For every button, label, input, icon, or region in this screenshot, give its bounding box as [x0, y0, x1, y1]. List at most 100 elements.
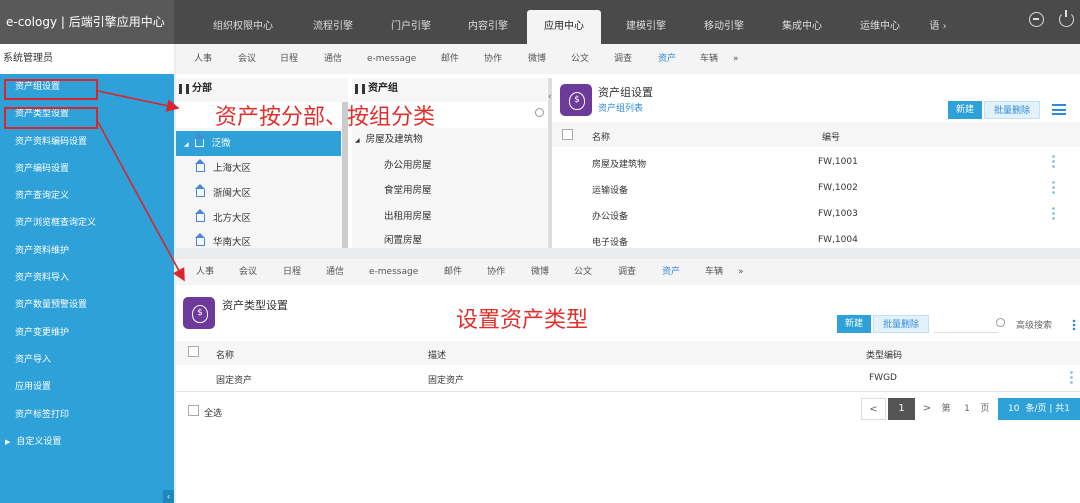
subnav-mail[interactable]: 邮件 [441, 44, 459, 74]
subnav-hr[interactable]: 人事 [194, 44, 212, 74]
select-all-checkbox[interactable] [562, 129, 573, 140]
group-node-label: 房屋及建筑物 [365, 134, 423, 145]
screenshot-frame: e-cology | 后端引擎应用中心 组织权限中心 流程引擎 门户引擎 内容引… [0, 0, 1080, 503]
subnav-emessage[interactable]: e-message [367, 44, 416, 74]
row-actions-icon[interactable] [1052, 154, 1055, 169]
page-size-select[interactable]: 10 条/页 | 共1 [998, 398, 1080, 420]
tree-node-zhemin[interactable]: 浙闽大区 [195, 181, 252, 206]
top-tab-ops[interactable]: 运维中心 [841, 10, 919, 44]
subnav-hr[interactable]: 人事 [196, 259, 214, 285]
top-tab-org[interactable]: 组织权限中心 [193, 10, 293, 44]
tree-node-north[interactable]: 北方大区 [195, 206, 252, 231]
sidebar-item-custom[interactable]: ▶ 自定义设置 [0, 429, 174, 456]
sidebar-item-asset-import[interactable]: 资产导入 [0, 347, 174, 374]
subnav-meeting[interactable]: 会议 [239, 259, 257, 285]
subnav-comm[interactable]: 通信 [324, 44, 342, 74]
next-page-button[interactable]: > [920, 398, 934, 420]
tree-node-label: 上海大区 [213, 163, 252, 174]
subnav-schedule[interactable]: 日程 [280, 44, 298, 74]
search-icon[interactable] [996, 318, 1005, 327]
subnav-more-icon[interactable]: » [733, 44, 739, 74]
page-number-input[interactable]: 1 [958, 398, 976, 420]
tree-node-label: 浙闽大区 [213, 188, 252, 199]
subnav-asset[interactable]: 资产 [662, 259, 680, 285]
asset-group-list-link[interactable]: 资产组列表 [598, 101, 643, 114]
select-all-checkbox[interactable] [188, 346, 199, 357]
group-node-canteen[interactable]: 食堂用房屋 [384, 178, 432, 203]
subnav-doc[interactable]: 公文 [574, 259, 592, 285]
top-tab-mobile[interactable]: 移动引擎 [685, 10, 763, 44]
annotation-set-type: 设置资产类型 [456, 308, 589, 333]
row-actions-icon[interactable] [1052, 206, 1055, 221]
sidebar-item-asset-maintain[interactable]: 资产资料维护 [0, 238, 174, 265]
minus-circle-icon[interactable] [1029, 12, 1044, 27]
col-name: 名称 [592, 133, 611, 143]
sidebar-item-asset-data-code[interactable]: 资产资料编码设置 [0, 129, 174, 156]
batch-delete-button[interactable]: 批量删除 [984, 101, 1040, 119]
prev-page-button[interactable]: < [861, 398, 886, 420]
subnav-collab[interactable]: 协作 [484, 44, 502, 74]
sidebar-item-custom-label: 自定义设置 [16, 436, 62, 447]
annotation-group-classification: 资产按分部、按组分类 [215, 105, 436, 130]
top-tab-integration[interactable]: 集成中心 [763, 10, 841, 44]
subnav-vehicle[interactable]: 车辆 [705, 259, 723, 285]
search-icon[interactable] [535, 108, 544, 117]
top-tab-content[interactable]: 内容引擎 [449, 10, 527, 44]
group-node-idle[interactable]: 闲置房屋 [384, 228, 422, 248]
tree-node-label: 北方大区 [213, 213, 252, 224]
sidebar-item-asset-code[interactable]: 资产编码设置 [0, 156, 174, 183]
subnav-meeting[interactable]: 会议 [238, 44, 256, 74]
tree-node-shanghai[interactable]: 上海大区 [195, 156, 252, 181]
more-menu-icon[interactable] [1072, 319, 1076, 331]
row-code: FW,1004 [818, 235, 858, 245]
subnav-comm[interactable]: 通信 [326, 259, 344, 285]
asset-group-title: 资产组 [368, 83, 398, 94]
tree-node-root[interactable]: ◢ 泛微 [176, 131, 341, 156]
row-actions-icon[interactable] [1052, 180, 1055, 195]
top-tab-app-center[interactable]: 应用中心 [527, 10, 601, 44]
top-tab-modeling[interactable]: 建模引擎 [607, 10, 685, 44]
sidebar-title: 系统管理员 [0, 44, 174, 74]
advanced-search-link[interactable]: 高级搜索 [1016, 318, 1052, 331]
subnav-schedule[interactable]: 日程 [283, 259, 301, 285]
asset-group-list: 资产组设置 资产组列表 新建 批量删除 名称 编号 房屋及建筑物 FW,1001… [552, 78, 1080, 248]
subnav-emessage[interactable]: e-message [369, 259, 418, 285]
row-actions-icon[interactable] [1070, 370, 1073, 385]
sidebar-item-change-maintain[interactable]: 资产变更维护 [0, 320, 174, 347]
sidebar-item-browse-query[interactable]: 资产浏览框查询定义 [0, 210, 174, 237]
subnav-asset[interactable]: 资产 [658, 44, 676, 74]
subnav-weibo[interactable]: 微博 [531, 259, 549, 285]
select-all-bottom-checkbox[interactable] [188, 405, 199, 416]
sidebar-item-asset-query[interactable]: 资产查询定义 [0, 183, 174, 210]
list-menu-icon[interactable] [1052, 104, 1066, 115]
subnav-doc[interactable]: 公文 [571, 44, 589, 74]
quick-search-input[interactable] [934, 315, 998, 333]
top-tab-more[interactable]: 语 › [921, 10, 955, 44]
subnav-vehicle[interactable]: 车辆 [700, 44, 718, 74]
page-1-button[interactable]: 1 [888, 398, 915, 420]
group-node-office[interactable]: 办公用房屋 [384, 153, 432, 178]
top-tab-workflow[interactable]: 流程引擎 [293, 10, 373, 44]
asset-group-window: 人事 会议 日程 通信 e-message 邮件 协作 微博 公文 调查 资产 … [176, 44, 1080, 248]
power-icon[interactable] [1059, 10, 1074, 27]
new-button[interactable]: 新建 [837, 315, 871, 333]
subnav-survey[interactable]: 调查 [614, 44, 632, 74]
subnav-mail[interactable]: 邮件 [444, 259, 462, 285]
sidebar-item-asset-data-import[interactable]: 资产资料导入 [0, 265, 174, 292]
batch-delete-button[interactable]: 批量删除 [873, 315, 929, 333]
row-desc: 固定资产 [428, 376, 465, 386]
subnav-weibo[interactable]: 微博 [528, 44, 546, 74]
top-tab-portal[interactable]: 门户引擎 [373, 10, 449, 44]
subnav-survey[interactable]: 调查 [618, 259, 636, 285]
sidebar-item-app-settings[interactable]: 应用设置 [0, 374, 174, 401]
subnav-more-icon[interactable]: » [738, 259, 744, 285]
collapse-sidebar-icon[interactable]: ‹ [163, 490, 174, 503]
subnav-collab[interactable]: 协作 [487, 259, 505, 285]
tree-node-south[interactable]: 华南大区 [195, 230, 251, 248]
sidebar-item-label-print[interactable]: 资产标签打印 [0, 402, 174, 429]
new-button[interactable]: 新建 [948, 101, 982, 119]
list-grid-icon [355, 84, 365, 94]
sidebar-item-quantity-alert[interactable]: 资产数量预警设置 [0, 292, 174, 319]
group-node-rental[interactable]: 出租用房屋 [384, 204, 432, 229]
col-type-code: 类型编码 [866, 351, 903, 361]
